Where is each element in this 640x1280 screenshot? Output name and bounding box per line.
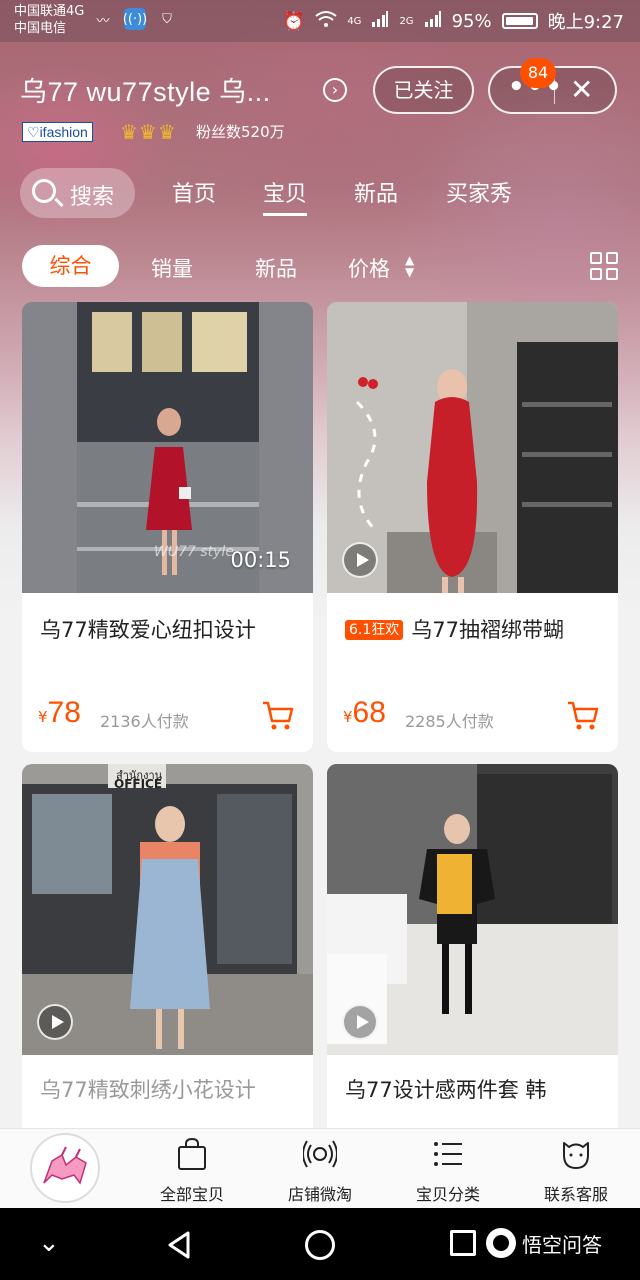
list-icon: [434, 1142, 462, 1166]
search-label: 搜索: [70, 185, 115, 210]
chevron-right-icon[interactable]: ›: [323, 78, 347, 102]
signal-bars-icon-2: [424, 10, 442, 33]
store-feed-button[interactable]: 店铺微淘: [265, 1137, 375, 1205]
customer-service-button[interactable]: 联系客服: [521, 1137, 631, 1205]
fans-count: 粉丝数520万: [196, 123, 285, 141]
play-video-icon[interactable]: [342, 542, 378, 578]
carrier-secondary: 中国电信: [14, 21, 67, 36]
play-video-icon[interactable]: [37, 1004, 73, 1040]
price-value: 68: [352, 696, 386, 729]
wukong-logo-icon: [486, 1228, 516, 1258]
sales-count: 2136人付款: [100, 712, 189, 731]
clock: 晚上9:27: [547, 12, 624, 33]
sort-sales[interactable]: 销量: [151, 253, 193, 283]
promo-badge: 6.1狂欢: [345, 620, 404, 640]
battery-percent: 95%: [451, 10, 492, 32]
status-bar: 中国联通4G 中国电信 〰 ((·)) ⛉ ⏰ 4G 2G 95% 晚上9:27: [0, 0, 640, 42]
tab-products[interactable]: 宝贝: [263, 176, 308, 216]
store-logo-icon: [43, 1146, 87, 1185]
ifashion-label: ifashion: [39, 124, 88, 140]
alarm-icon: ⏰: [282, 10, 306, 32]
carrier-info: 中国联通4G 中国电信: [14, 3, 84, 37]
wifi-icon: [315, 10, 337, 33]
customer-service-label: 联系客服: [543, 1185, 608, 1204]
carrier-primary: 中国联通4G: [14, 4, 85, 19]
categories-label: 宝贝分类: [415, 1185, 480, 1204]
store-title[interactable]: 乌77 wu77style 乌...: [20, 70, 271, 109]
battery-icon: [501, 13, 538, 29]
store-toolbar: 全部宝贝 店铺微淘 宝贝分类 联系客服: [0, 1128, 640, 1208]
sales-count: 2285人付款: [405, 712, 494, 731]
activity-icon: 〰: [96, 13, 110, 29]
capsule-divider: [554, 78, 555, 104]
signal-bars-icon: [371, 10, 389, 33]
product-price: ¥68: [343, 696, 386, 730]
shopping-bag-icon: [178, 1137, 206, 1170]
sort-arrows-icon[interactable]: ▲ ▼: [405, 254, 414, 278]
status-notification-icons: 〰 ((·)) ⛉: [92, 8, 178, 30]
product-title[interactable]: 6.1狂欢 乌77抽褶绑带蝴: [345, 614, 564, 644]
product-title[interactable]: 乌77设计感两件套 韩: [345, 1074, 546, 1104]
chevron-down-icon[interactable]: ⌄: [38, 1228, 60, 1258]
sign-office: OFFICE: [114, 777, 163, 791]
notification-badge: 84: [520, 58, 556, 88]
product-card[interactable]: 乌77设计感两件套 韩: [327, 764, 618, 1144]
tab-buyer-show[interactable]: 买家秀: [446, 176, 512, 208]
search-button[interactable]: 搜索: [20, 168, 135, 218]
product-title[interactable]: 乌77精致刺绣小花设计: [40, 1074, 256, 1104]
brand-label: 悟空问答: [522, 1232, 602, 1257]
sort-new[interactable]: 新品: [255, 253, 297, 283]
product-price: ¥78: [38, 696, 81, 730]
home-icon[interactable]: [305, 1230, 335, 1260]
system-nav-bar: ⌄ 悟空问答: [0, 1208, 640, 1280]
crown-rating-icon: ♛♛♛: [120, 120, 177, 144]
video-watermark: WU77 style: [154, 544, 234, 560]
sort-price[interactable]: 价格: [348, 253, 390, 283]
follow-button[interactable]: 已关注: [373, 66, 474, 114]
recent-apps-icon[interactable]: [450, 1230, 476, 1256]
tab-new[interactable]: 新品: [354, 176, 398, 208]
shield-icon: ⛉: [162, 11, 172, 27]
store-feed-label: 店铺微淘: [287, 1185, 352, 1204]
product-card[interactable]: สำนักงาน OFFICE 乌77精致刺绣小花设计: [22, 764, 313, 1144]
product-card[interactable]: WU77 style 00:15 乌77精致爱心纽扣设计 ¥78 2136人付款: [22, 302, 313, 752]
grid-view-icon[interactable]: [590, 252, 618, 280]
app-root: 中国联通4G 中国电信 〰 ((·)) ⛉ ⏰ 4G 2G 95% 晚上9:27: [0, 0, 640, 1280]
sort-comprehensive[interactable]: 综合: [22, 245, 119, 287]
all-products-label: 全部宝贝: [159, 1185, 224, 1204]
ifashion-logo: ♡ifashion: [22, 122, 93, 142]
back-icon[interactable]: [166, 1230, 192, 1260]
currency-symbol: ¥: [38, 708, 48, 726]
product-title[interactable]: 乌77精致爱心纽扣设计: [40, 614, 256, 644]
signal-4g-label: 4G: [347, 15, 362, 27]
product-card[interactable]: 6.1狂欢 乌77抽褶绑带蝴 ¥68 2285人付款: [327, 302, 618, 752]
price-value: 78: [47, 696, 81, 729]
search-icon: [32, 179, 56, 203]
tab-home[interactable]: 首页: [172, 176, 216, 208]
categories-button[interactable]: 宝贝分类: [393, 1137, 503, 1205]
brand-watermark: 悟空问答: [486, 1228, 602, 1258]
signal-2g-label: 2G: [399, 15, 414, 27]
customer-service-icon: [563, 1142, 589, 1169]
ifashion-heart-icon: ♡: [27, 124, 40, 140]
status-right: ⏰ 4G 2G 95% 晚上9:27: [283, 8, 624, 34]
close-icon[interactable]: ✕: [570, 73, 593, 106]
play-video-icon[interactable]: [342, 1004, 378, 1040]
wifi-share-icon: ((·)): [123, 8, 147, 30]
all-products-button[interactable]: 全部宝贝: [137, 1137, 247, 1205]
currency-symbol: ¥: [343, 708, 353, 726]
add-to-cart-icon[interactable]: [566, 700, 600, 732]
add-to-cart-icon[interactable]: [261, 700, 295, 732]
broadcast-icon: [302, 1140, 338, 1168]
product-title-text: 乌77抽褶绑带蝴: [411, 618, 564, 642]
store-avatar[interactable]: [30, 1133, 100, 1203]
